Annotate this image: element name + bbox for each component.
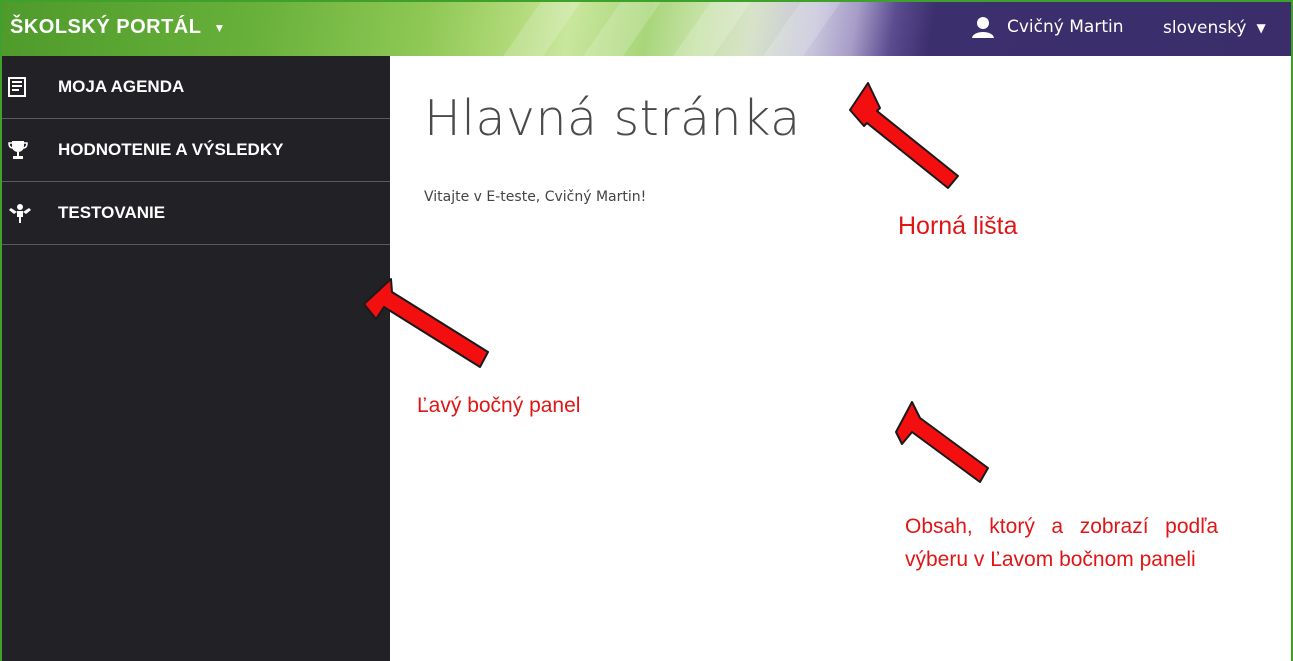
left-sidebar: MOJA AGENDA HODNOTENIE A VÝSLEDKY TESTOV…	[2, 56, 390, 661]
decor-stripe	[583, 2, 661, 56]
sidebar-item-moja-agenda[interactable]: MOJA AGENDA	[2, 56, 390, 119]
sidebar-item-testovanie[interactable]: TESTOVANIE	[2, 182, 390, 245]
trophy-icon	[8, 140, 38, 160]
arrow-left-panel	[363, 278, 489, 368]
decor-stripe	[673, 2, 751, 56]
sidebar-item-label: MOJA AGENDA	[58, 77, 185, 96]
arrow-top-bar	[849, 82, 959, 189]
portal-title: ŠKOLSKÝ PORTÁL	[10, 16, 202, 38]
language-label: slovenský	[1163, 18, 1247, 38]
page-title: Hlavná stránka	[424, 90, 801, 147]
annotation-content: Obsah, ktorý a zobrazí podľa výberu v Ľa…	[905, 515, 1218, 571]
annotation-top-bar: Horná lišta	[898, 212, 1018, 240]
decor-stripe	[763, 2, 841, 56]
chevron-down-icon: ▼	[213, 20, 226, 35]
decor-stripe	[503, 2, 581, 56]
welcome-message: Vitajte v E-teste, Cvičný Martin!	[424, 189, 647, 205]
sidebar-item-hodnotenie[interactable]: HODNOTENIE A VÝSLEDKY	[2, 119, 390, 182]
top-bar: ŠKOLSKÝ PORTÁL ▼ Cvičný Martin slovenský…	[2, 2, 1291, 56]
sidebar-item-label: TESTOVANIE	[58, 203, 166, 222]
user-icon	[972, 17, 994, 38]
chevron-down-icon: ▼	[1256, 21, 1266, 35]
user-name: Cvičný Martin	[1007, 17, 1124, 37]
portal-menu-button[interactable]: ŠKOLSKÝ PORTÁL ▼	[10, 16, 226, 39]
sidebar-item-label: HODNOTENIE A VÝSLEDKY	[58, 140, 284, 159]
annotation-left-panel: Ľavý bočný panel	[417, 394, 581, 417]
language-selector[interactable]: slovenský ▼	[1163, 18, 1266, 38]
arrow-content	[895, 401, 989, 483]
agenda-icon	[8, 77, 38, 97]
testing-person-icon	[8, 203, 38, 223]
user-menu[interactable]: Cvičný Martin	[971, 16, 1123, 38]
